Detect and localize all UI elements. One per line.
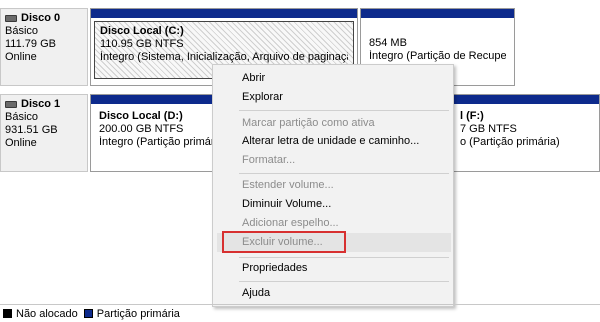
disk-0-type: Básico: [5, 25, 39, 37]
partition-bar: [91, 9, 357, 18]
menu-item-formatar: Formatar...: [242, 154, 296, 166]
context-menu: Abrir Explorar Marcar partição como ativ…: [212, 64, 454, 307]
disk-0-label[interactable]: Disco 0 Básico 111.79 GB Online: [0, 8, 88, 86]
menu-item-abrir[interactable]: Abrir: [242, 70, 265, 86]
disk-icon: [5, 101, 17, 108]
disk-1-name-row: Disco 1: [5, 98, 83, 111]
disk-1-label[interactable]: Disco 1 Básico 931.51 GB Online: [0, 94, 88, 172]
partition-recovery-name: [369, 24, 506, 37]
partition-bar: [361, 9, 514, 18]
disk-0-name-row: Disco 0: [5, 12, 83, 25]
menu-separator: [239, 173, 449, 174]
disk-1-type: Básico: [5, 111, 39, 123]
disk-icon: [5, 15, 17, 22]
menu-item-explorar[interactable]: Explorar: [242, 89, 283, 105]
disk-1-size: 931.51 GB: [5, 124, 58, 136]
menu-item-diminuir-volume[interactable]: Diminuir Volume...: [242, 196, 331, 212]
menu-item-adicionar-espelho: Adicionar espelho...: [242, 217, 339, 229]
partition-c-status: Íntegro (Sistema, Inicialização, Arquivo…: [100, 51, 348, 63]
menu-separator: [239, 281, 449, 282]
legend-primary: Partição primária: [83, 307, 180, 320]
partition-c-name: Disco Local (C:): [100, 25, 184, 37]
partition-c-size: 110.95 GB NTFS: [100, 38, 184, 50]
menu-item-propriedades[interactable]: Propriedades: [242, 260, 307, 276]
partition-f-size: 7 GB NTFS: [460, 123, 517, 135]
partition-f-name: l (F:): [460, 110, 484, 122]
menu-item-alterar-letra[interactable]: Alterar letra de unidade e caminho...: [242, 133, 419, 149]
legend-unallocated: Não alocado: [3, 308, 78, 320]
disk-0-size: 111.79 GB: [5, 38, 56, 50]
disk-1-status: Online: [5, 137, 37, 149]
menu-separator: [239, 110, 449, 111]
partition-recovery-size: 854 MB: [369, 37, 407, 49]
menu-item-marcar-ativa: Marcar partição como ativa: [242, 117, 375, 129]
legend-unallocated-label: Não alocado: [16, 307, 78, 320]
highlight-annotation-box: [222, 231, 346, 253]
legend-bar: Não alocado Partição primária: [0, 304, 600, 322]
partition-recovery-status: Íntegro (Partição de Recuperaçã: [369, 50, 506, 62]
menu-item-estender-volume: Estender volume...: [242, 179, 334, 191]
menu-separator: [239, 257, 449, 258]
disk-0-status: Online: [5, 51, 37, 63]
primary-partition-swatch: [83, 309, 93, 318]
menu-item-ajuda[interactable]: Ajuda: [242, 285, 270, 301]
partition-f-status: o (Partição primária): [460, 136, 560, 148]
disk-0-name: Disco 0: [21, 12, 61, 24]
legend-primary-label: Partição primária: [96, 307, 180, 320]
disk-1-name: Disco 1: [21, 98, 61, 110]
unallocated-swatch: [3, 309, 12, 318]
